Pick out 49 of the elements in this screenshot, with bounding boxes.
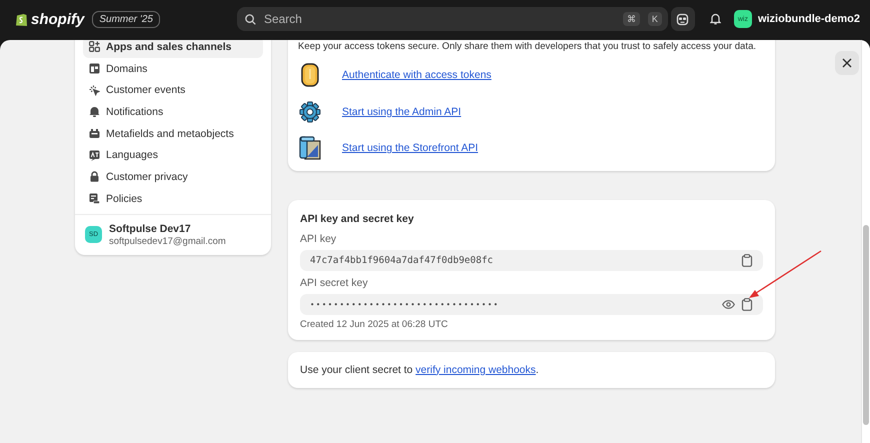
sidebar-item[interactable]: Domains [83,58,263,80]
sidebar-item[interactable]: Notifications [83,101,263,123]
gear-icon [299,100,321,123]
cursor-click-icon [89,84,100,96]
window-icon [89,63,100,74]
sidebar-item[interactable]: Policies [83,188,263,210]
bell-icon[interactable] [710,13,721,25]
shortcut-key: ⌘ [622,12,640,26]
key-field[interactable]: 47c7af4bb1f9604a7daf47f0db9e08fc [300,250,763,270]
sidebar-item[interactable]: Languages [83,144,263,166]
field-label: API key [300,232,338,246]
created-date: Created 12 Jun 2025 at 06:28 UTC [300,318,449,330]
shopify-logo[interactable]: shopify [15,10,84,28]
search-bar[interactable]: Search ⌘ K [236,7,668,31]
clipboard-icon[interactable] [741,254,753,266]
search-icon [244,14,256,24]
account-name: Softpulse Dev17 [109,222,192,234]
eye-icon[interactable] [722,300,735,308]
sidekick-button[interactable] [670,7,695,31]
doc-link[interactable]: Start using the Admin API [342,106,462,118]
scrollbar[interactable] [861,40,870,443]
webhook-note: Use your client secret to verify incoming webhooks. [300,362,540,376]
robot-face-icon [676,12,690,26]
box-icon [89,128,100,140]
bell-icon [89,106,100,118]
sidebar-item[interactable]: Metafields and metaobjects [83,122,263,144]
doc-link[interactable]: Start using the Storefront API [342,142,478,154]
lock-icon [89,171,100,182]
close-icon [842,58,852,68]
search-field[interactable]: Search [262,11,615,27]
edition-badge: Summer '25 [92,10,160,28]
blueprint-icon [299,136,321,160]
account-email: softpulsedev17@gmail.com [109,236,226,246]
sidebar-item[interactable]: Customer privacy [83,166,263,188]
document-icon [89,193,100,204]
sidebar-item[interactable]: Customer events [83,79,263,102]
coin-icon [301,63,319,88]
clipboard-icon[interactable] [741,298,753,310]
apps-grid-icon [89,41,100,52]
security-note: Keep your access tokens secure. Only share them with developers that you trust to safely access your data. [298,40,758,54]
close-button[interactable] [835,51,859,75]
sidebar-item[interactable]: Apps and sales channels [83,40,263,58]
webhooks-link[interactable]: verify incoming webhooks [416,364,536,376]
doc-link[interactable]: Authenticate with access tokens [342,69,492,82]
shortcut-key: K [648,12,662,26]
field-label: API secret key [300,276,369,290]
store-name[interactable]: wiziobundle-demo2 [758,13,860,25]
card-title: API key and secret key [300,212,415,226]
translate-icon [89,150,100,161]
